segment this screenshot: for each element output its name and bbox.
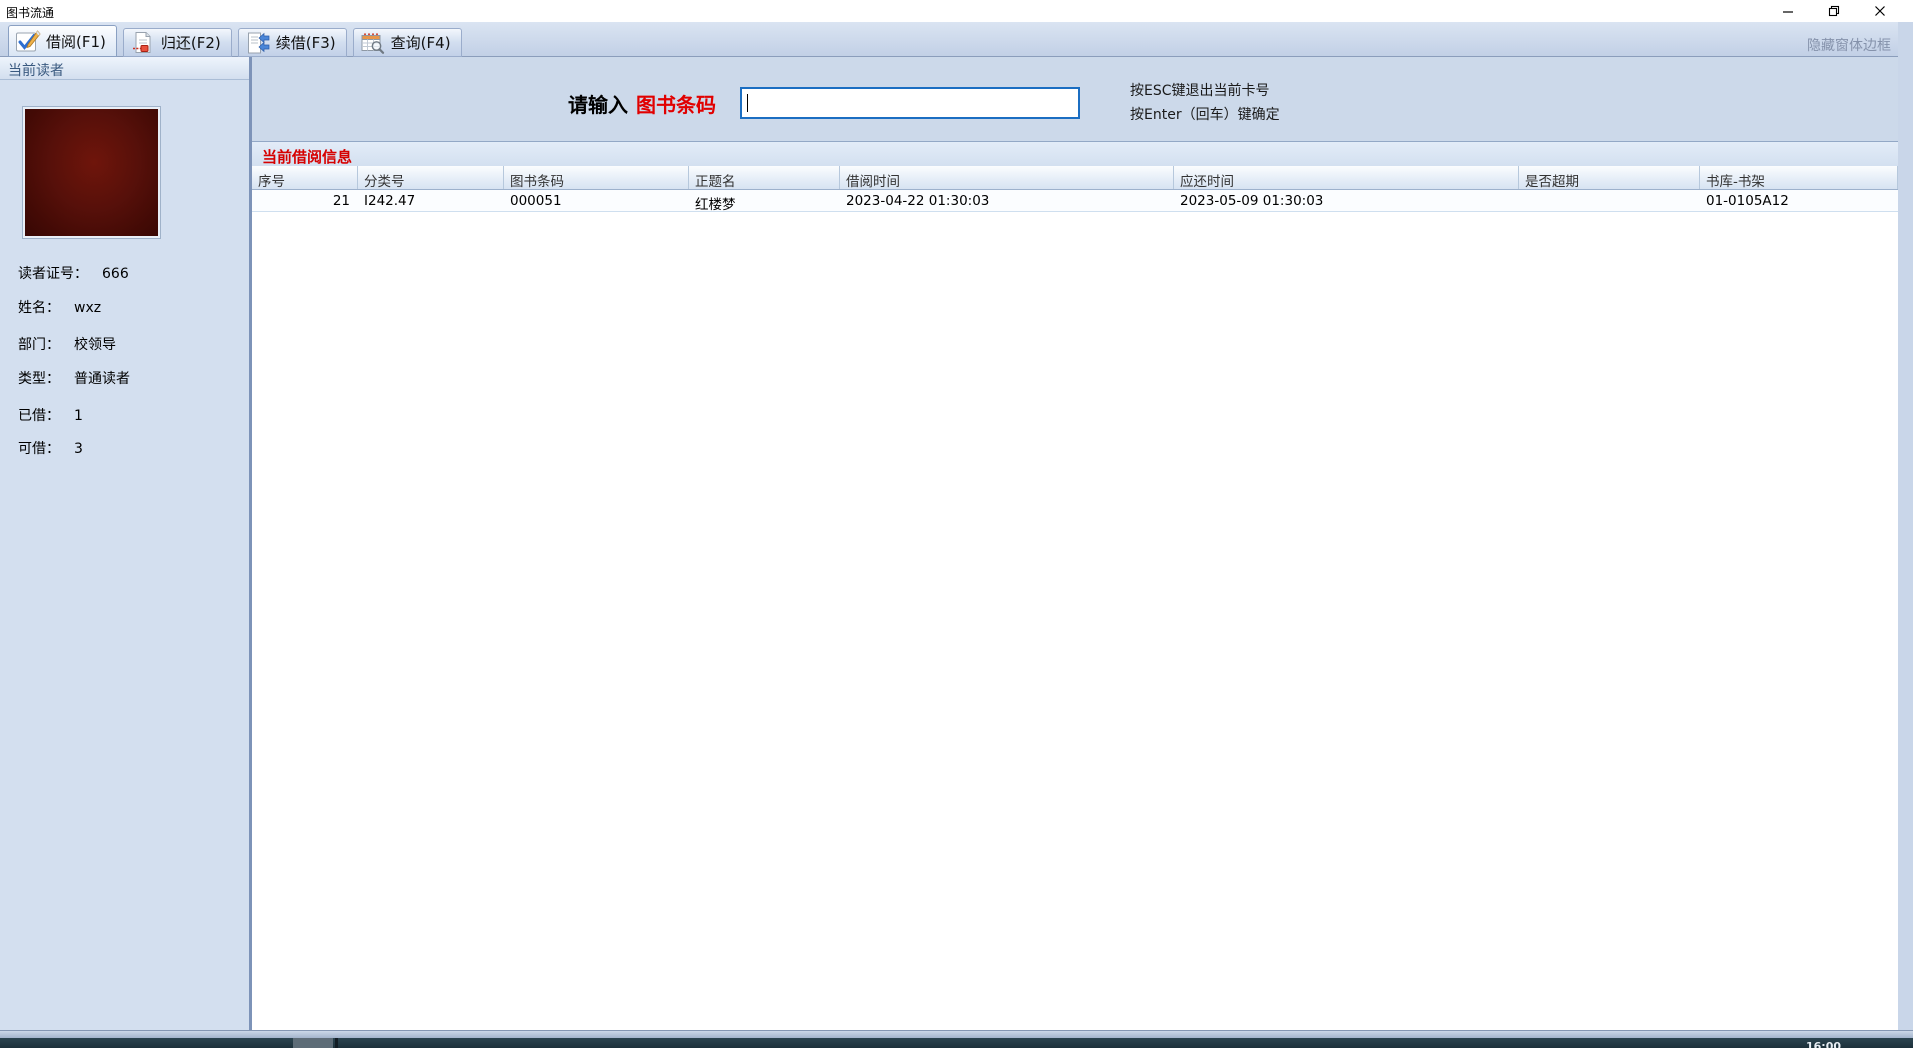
field-value: 校领导 <box>74 337 116 353</box>
window-bottom-frame <box>0 1030 1913 1038</box>
sidebar: 当前读者 读者证号： 666 姓名： wxz 部门： 校领导 类型： 普通读者 已借： 1… <box>0 57 249 1030</box>
prompt-prefix: 请输入 <box>568 93 628 117</box>
field-value: wxz <box>74 300 102 316</box>
return-icon <box>132 31 151 53</box>
hide-window-border-button[interactable]: 隐藏窗体边框 <box>1807 35 1891 55</box>
field-label: 已借： <box>18 408 60 424</box>
table-cell-borrow-time: 2023-04-22 01:30:03 <box>846 193 990 209</box>
table-header-cell[interactable]: 书库-书架 <box>1700 166 1898 189</box>
close-icon <box>1875 6 1885 16</box>
table-header-cell[interactable]: 正题名 <box>689 166 840 189</box>
tab-label: 续借(F3) <box>275 34 336 52</box>
table-cell-due-time: 2023-05-09 01:30:03 <box>1180 193 1324 209</box>
close-button[interactable] <box>1857 0 1903 22</box>
reader-photo <box>22 106 161 239</box>
table-cell-barcode: 000051 <box>510 193 562 209</box>
reader-field-borrowed: 已借： 1 <box>18 405 83 425</box>
window-right-frame <box>1898 22 1913 1038</box>
borrow-info-title: 当前借阅信息 <box>262 148 353 166</box>
field-label: 部门： <box>18 337 60 353</box>
borrow-info-strip: 当前借阅信息 <box>252 141 1898 166</box>
reader-field-type: 类型： 普通读者 <box>18 368 130 388</box>
table-row[interactable]: 21 I242.47 000051 红楼梦 2023-04-22 01:30:0… <box>252 190 1898 212</box>
field-label: 可借： <box>18 441 60 457</box>
tab-query[interactable]: 查询(F4) <box>352 28 462 57</box>
taskbar-item[interactable] <box>293 1038 333 1048</box>
field-value: 1 <box>74 408 83 424</box>
tab-label: 归还(F2) <box>160 34 221 52</box>
main-panel: 请输入 图书条码 按ESC键退出当前卡号 按Enter（回车）键确定 当前借阅信… <box>252 57 1898 1030</box>
borrow-table: 序号 分类号 图书条码 正题名 借阅时间 应还时间 是否超期 书库-书架 21 … <box>252 166 1898 212</box>
tab-strip: 借阅(F1) 归还(F2) 续借(F3) 查询(F4) <box>8 25 462 57</box>
field-value: 普通读者 <box>74 371 130 387</box>
table-body-area <box>252 213 1898 1030</box>
tab-bar: 借阅(F1) 归还(F2) 续借(F3) 查询(F4) 隐藏窗体边框 <box>0 22 1913 57</box>
minimize-icon <box>1783 11 1793 13</box>
field-label: 姓名： <box>18 300 60 316</box>
barcode-prompt-section: 请输入 图书条码 按ESC键退出当前卡号 按Enter（回车）键确定 <box>252 57 1898 141</box>
table-cell-shelf: 01-0105A12 <box>1706 193 1789 209</box>
reader-field-department: 部门： 校领导 <box>18 334 116 354</box>
table-cell-seq: 21 <box>332 193 350 209</box>
field-value: 666 <box>102 266 129 282</box>
hint-esc: 按ESC键退出当前卡号 <box>1130 83 1270 99</box>
table-cell-title: 红楼梦 <box>695 197 736 211</box>
tab-borrow[interactable]: 借阅(F1) <box>8 25 117 57</box>
text-caret <box>747 94 748 112</box>
title-bar: 图书流通 <box>0 0 1913 22</box>
tab-renew[interactable]: 续借(F3) <box>237 28 347 57</box>
window-title: 图书流通 <box>6 6 55 20</box>
restore-button[interactable] <box>1811 0 1857 22</box>
sidebar-header: 当前读者 <box>0 57 249 80</box>
app-window: 图书流通 借阅(F1) 归还(F2) 续借(F3) 查询(F4) 隐藏窗体边框 … <box>0 0 1913 1048</box>
table-header-cell[interactable]: 是否超期 <box>1519 166 1700 189</box>
table-header-cell[interactable]: 分类号 <box>358 166 504 189</box>
tab-label: 查询(F4) <box>390 34 451 52</box>
reader-field-card-no: 读者证号： 666 <box>18 263 129 283</box>
borrow-icon <box>16 30 41 52</box>
reader-field-name: 姓名： wxz <box>18 297 101 317</box>
renew-icon <box>247 32 270 53</box>
table-header-row: 序号 分类号 图书条码 正题名 借阅时间 应还时间 是否超期 书库-书架 <box>252 166 1898 190</box>
field-value: 3 <box>74 441 83 457</box>
window-controls <box>1765 0 1903 22</box>
table-header-cell[interactable]: 借阅时间 <box>840 166 1174 189</box>
tab-return[interactable]: 归还(F2) <box>122 28 232 57</box>
hint-enter: 按Enter（回车）键确定 <box>1130 107 1280 123</box>
query-icon <box>361 32 384 54</box>
taskbar: 16:00 <box>0 1038 1913 1048</box>
table-header-cell[interactable]: 序号 <box>252 166 358 189</box>
field-label: 读者证号： <box>18 266 88 282</box>
restore-icon <box>1828 5 1840 17</box>
barcode-input[interactable] <box>740 87 1080 119</box>
taskbar-clock[interactable]: 16:00 <box>1806 1040 1841 1048</box>
reader-field-available: 可借： 3 <box>18 438 83 458</box>
table-cell-class-no: I242.47 <box>364 193 416 209</box>
minimize-button[interactable] <box>1765 0 1811 22</box>
taskbar-separator <box>335 1038 338 1048</box>
prompt-highlight: 图书条码 <box>636 93 716 117</box>
field-label: 类型： <box>18 371 60 387</box>
tab-label: 借阅(F1) <box>46 32 106 51</box>
table-header-cell[interactable]: 图书条码 <box>504 166 689 189</box>
table-header-cell[interactable]: 应还时间 <box>1174 166 1519 189</box>
table-cell-overdue <box>1519 190 1700 211</box>
